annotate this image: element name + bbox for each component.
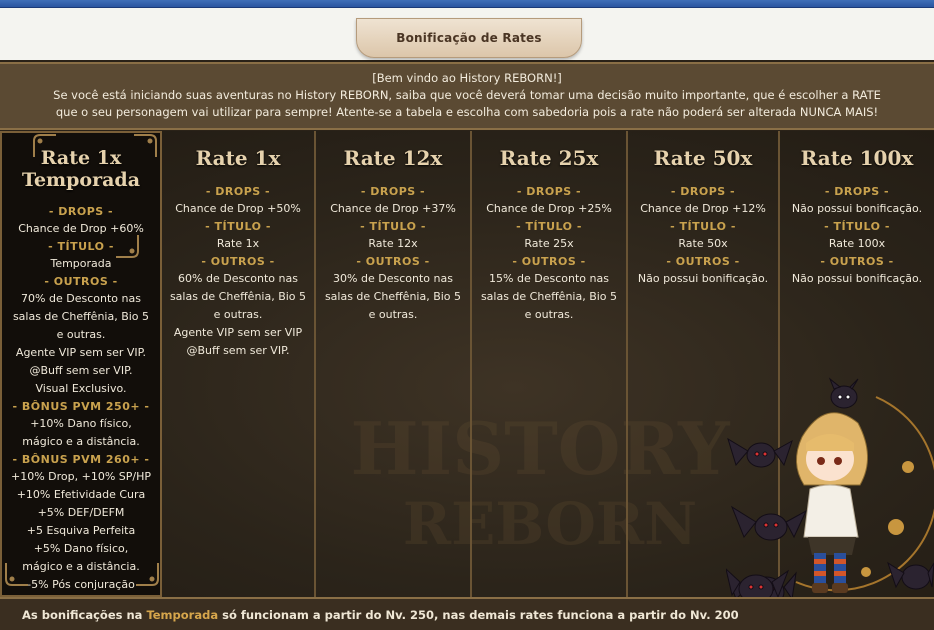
section-drops: - DROPS - — [670, 185, 736, 198]
section-bonus-260: - BÔNUS PVM 260+ - — [12, 453, 150, 466]
outros-line: @Buff sem ser VIP. — [29, 364, 133, 377]
outros-line: e outras. — [368, 308, 418, 321]
section-outros: - OUTROS - — [356, 255, 430, 268]
section-drops: - DROPS - — [48, 205, 114, 218]
bat-icon — [730, 505, 808, 541]
outros-line: 60% de Desconto nas — [178, 272, 298, 285]
titulo-value: Rate 100x — [828, 237, 886, 250]
outros-line: 70% de Desconto nas — [21, 292, 141, 305]
section-titulo: - TÍTULO - — [670, 220, 736, 233]
outros-line: @Buff sem ser VIP. — [186, 344, 290, 357]
bonus-250-line: +10% Dano físico, — [30, 417, 132, 430]
column-title: Rate 100x — [800, 146, 914, 170]
outros-line: e outras. — [56, 328, 106, 341]
drops-value: Chance de Drop +12% — [640, 202, 766, 215]
intro-banner: [Bem vindo ao History REBORN!] Se você e… — [0, 62, 934, 130]
footer-highlight: Temporada — [146, 608, 219, 622]
window-top-bar — [0, 0, 934, 8]
column-rate-1x[interactable]: Rate 1x - DROPS - Chance de Drop +50% - … — [162, 131, 314, 597]
titulo-value: Rate 25x — [524, 237, 574, 250]
section-outros: - OUTROS - — [666, 255, 740, 268]
outros-line: 30% de Desconto nas — [333, 272, 453, 285]
corner-ornament-icon — [116, 235, 139, 258]
corner-ornament-icon — [134, 134, 157, 157]
outros-line: Não possui bonificação. — [637, 272, 769, 285]
outros-line: e outras. — [213, 308, 263, 321]
column-rate-25x[interactable]: Rate 25x - DROPS - Chance de Drop +25% -… — [470, 131, 626, 597]
section-drops: - DROPS - — [516, 185, 582, 198]
column-rate-12x[interactable]: Rate 12x - DROPS - Chance de Drop +37% -… — [314, 131, 470, 597]
header-tab: Bonificação de Rates — [356, 18, 582, 58]
outros-line: salas de Cheffênia, Bio 5 — [12, 310, 150, 323]
bonus-250-line: mágico e a distância. — [22, 435, 140, 448]
section-outros: - OUTROS - — [820, 255, 894, 268]
bonus-260-line: +10% Drop, +10% SP/HP — [10, 470, 151, 483]
top-area: Bonificação de Rates — [0, 8, 934, 60]
intro-line-2: Se você está iniciando suas aventuras no… — [53, 88, 881, 102]
character-figure — [796, 412, 869, 593]
drops-value: Chance de Drop +25% — [486, 202, 612, 215]
column-title: Rate 12x — [343, 146, 443, 170]
outros-line: e outras. — [524, 308, 574, 321]
section-titulo: - TÍTULO - — [824, 220, 890, 233]
bonus-260-line: +10% Efetividade Cura — [16, 488, 146, 501]
outros-line: Agente VIP sem ser VIP. — [15, 346, 147, 359]
section-drops: - DROPS - — [824, 185, 890, 198]
titulo-value: Rate 1x — [216, 237, 260, 250]
section-outros: - OUTROS - — [201, 255, 275, 268]
drops-value: Não possui bonificação. — [791, 202, 923, 215]
column-title: Rate 1x — [195, 146, 281, 170]
mascot-illustration — [726, 377, 934, 597]
titulo-value: Rate 50x — [678, 237, 728, 250]
outros-line: Visual Exclusivo. — [35, 382, 127, 395]
section-drops: - DROPS - — [360, 185, 426, 198]
footer-text-before: As bonificações na — [22, 608, 147, 622]
bat-icon — [727, 437, 793, 468]
drops-value: Chance de Drop +37% — [330, 202, 456, 215]
section-titulo: - TÍTULO - — [360, 220, 426, 233]
bat-icon — [887, 561, 934, 590]
intro-line-1: [Bem vindo ao History REBORN!] — [372, 71, 562, 85]
column-title: Rate 50x — [653, 146, 753, 170]
page-title: Bonificação de Rates — [396, 31, 542, 45]
footer-note: As bonificações na Temporada só funciona… — [0, 597, 934, 630]
outros-line: Não possui bonificação. — [791, 272, 923, 285]
outros-line: 15% de Desconto nas — [489, 272, 609, 285]
bonus-260-line: +5% DEF/DEFM — [37, 506, 125, 519]
section-titulo: - TÍTULO - — [516, 220, 582, 233]
outros-line: salas de Cheffênia, Bio 5 — [169, 290, 307, 303]
section-outros: - OUTROS - — [512, 255, 586, 268]
bonus-260-line: +5% Dano físico, — [33, 542, 129, 555]
column-rate-1x-temporada[interactable]: Rate 1x Temporada - DROPS - Chance de Dr… — [0, 131, 162, 597]
outros-line: Agente VIP sem ser VIP — [173, 326, 303, 339]
intro-line-3: que o seu personagem vai utilizar para s… — [55, 105, 879, 119]
section-drops: - DROPS - — [205, 185, 271, 198]
outros-line: salas de Cheffênia, Bio 5 — [480, 290, 618, 303]
section-outros: - OUTROS - — [44, 275, 118, 288]
outros-line: salas de Cheffênia, Bio 5 — [324, 290, 462, 303]
corner-ornament-icon — [33, 134, 56, 157]
column-title: Rate 25x — [499, 146, 599, 170]
section-bonus-250: - BÔNUS PVM 250+ - — [12, 400, 150, 413]
corner-ornament-icon — [5, 563, 28, 586]
drops-value: Chance de Drop +50% — [175, 202, 301, 215]
bat-icon — [828, 377, 859, 409]
section-titulo: - TÍTULO - — [205, 220, 271, 233]
rates-table: HISTORY REBORN Rate 1x Temporada - DROPS… — [0, 131, 934, 597]
titulo-value: Rate 12x — [368, 237, 418, 250]
corner-ornament-icon — [136, 563, 159, 586]
bonus-260-line: +5 Esquiva Perfeita — [26, 524, 136, 537]
column-title-line-2: Temporada — [21, 169, 141, 191]
footer-text-after: só funcionam a partir do Nv. 250, nas de… — [218, 608, 739, 622]
